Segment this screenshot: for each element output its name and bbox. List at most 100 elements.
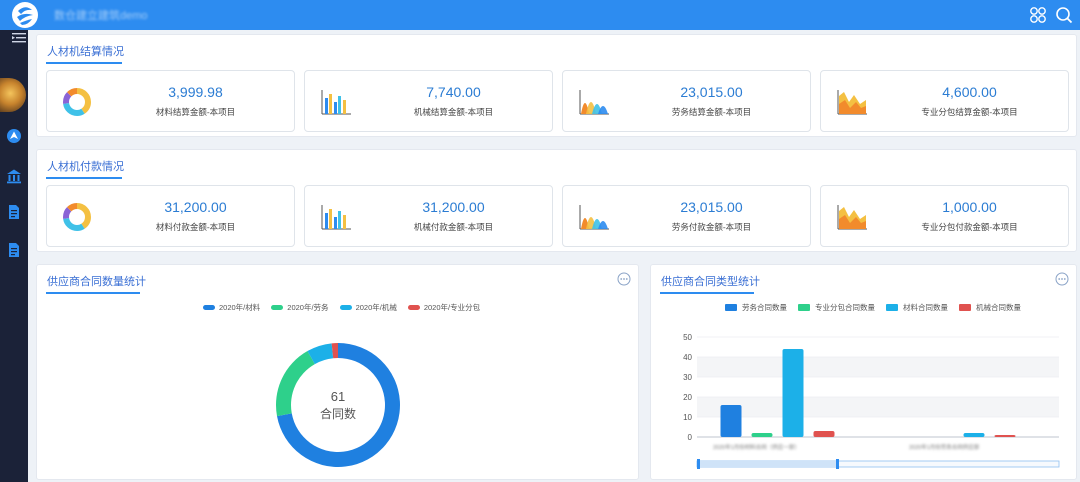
peak-chart-icon	[579, 90, 609, 115]
more-options-icon[interactable]	[617, 272, 631, 286]
legend-swatch	[407, 305, 420, 310]
donut-legend: 2020年/材料 2020年/劳务 2020年/机械 2020年/专业分包	[203, 302, 491, 313]
card-label: 机械结算金额-本项目	[413, 107, 494, 117]
grid-band	[697, 397, 1059, 417]
legend-label: 材料合同数量	[903, 303, 948, 312]
card-label: 机械付款金额-本项目	[413, 222, 494, 232]
grid-band	[697, 357, 1059, 377]
bar[interactable]	[994, 435, 1016, 437]
payment-card-subcontract[interactable]: 1,000.00 专业分包付款金额-本项目	[820, 185, 1069, 247]
legend-swatch	[339, 305, 352, 310]
document-icon[interactable]	[4, 202, 24, 222]
app-title: 数仓建立建筑demo	[54, 10, 148, 22]
collapse-menu-icon[interactable]	[12, 32, 26, 44]
card-label: 专业分包结算金额-本项目	[921, 107, 1018, 117]
card-value: 3,999.98	[168, 84, 223, 100]
payment-panel: 人材机付款情况 31,200.00 材料付款金额-本项目 31,200.00 机…	[36, 149, 1077, 252]
payment-card-machinery[interactable]: 31,200.00 机械付款金额-本项目	[304, 185, 553, 247]
legend-swatch	[725, 304, 737, 311]
area-chart-icon	[837, 90, 867, 115]
y-tick-label: 20	[683, 393, 692, 402]
legend-item[interactable]: 2020年/劳务	[271, 302, 329, 313]
donut-center-label: 合同数	[319, 407, 356, 421]
legend-item[interactable]: 机械合同数量	[959, 302, 1021, 313]
card-value: 23,015.00	[680, 199, 743, 215]
bar-chart: 0 10 20 30 40 50	[683, 333, 1060, 469]
legend-label: 劳务合同数量	[742, 303, 787, 312]
contract-type-title: 供应商合同类型统计	[661, 276, 760, 288]
donut-center-value: 61	[330, 389, 346, 404]
donut-chart-icon	[63, 88, 91, 116]
bar[interactable]	[782, 349, 804, 437]
contract-type-panel: 供应商合同类型统计 劳务合同数量 专业分包合同数量 材料合同数量 机械合同数量 0 10…	[650, 264, 1077, 480]
bar[interactable]	[720, 405, 742, 437]
card-label: 材料结算金额-本项目	[155, 107, 236, 117]
bank-icon[interactable]	[4, 166, 24, 186]
settlement-card-machinery[interactable]: 7,740.00 机械结算金额-本项目	[304, 70, 553, 132]
legend-swatch	[959, 304, 971, 311]
zoom-slider-range[interactable]	[697, 461, 838, 467]
legend-label: 2020年/机械	[355, 303, 397, 312]
report-icon[interactable]	[4, 240, 24, 260]
contract-count-title-underline	[46, 292, 140, 294]
legend-item[interactable]: 专业分包合同数量	[798, 302, 875, 313]
legend-item[interactable]: 2020年/机械	[339, 302, 397, 313]
legend-label: 专业分包合同数量	[815, 303, 875, 312]
legend-item[interactable]: 材料合同数量	[886, 302, 948, 313]
bar-group-label: 2020年1月份劳务合同供应部	[909, 445, 980, 451]
settlement-card-material[interactable]: 3,999.98 材料结算金额-本项目	[46, 70, 295, 132]
top-bar: 数仓建立建筑demo	[0, 0, 1080, 30]
legend-label: 机械合同数量	[976, 303, 1021, 312]
donut-chart-icon	[63, 203, 91, 231]
card-value: 23,015.00	[680, 84, 743, 100]
legend-label: 2020年/劳务	[287, 303, 329, 312]
card-value: 7,740.00	[426, 84, 481, 100]
bar[interactable]	[813, 431, 835, 437]
payment-card-labor[interactable]: 23,015.00 劳务付款金额-本项目	[562, 185, 811, 247]
contract-count-panel: 供应商合同数量统计 2020年/材料 2020年/劳务 2020年/机械 2020年/…	[36, 264, 639, 480]
card-value: 31,200.00	[164, 199, 227, 215]
sidebar	[0, 30, 28, 482]
card-label: 材料付款金额-本项目	[155, 222, 236, 232]
area-chart-icon	[837, 205, 867, 230]
avatar[interactable]	[0, 78, 26, 112]
y-tick-label: 0	[688, 433, 693, 442]
card-label: 劳务付款金额-本项目	[671, 222, 752, 232]
navigation-icon[interactable]	[4, 126, 24, 146]
legend-swatch	[886, 304, 898, 311]
bar[interactable]	[963, 433, 985, 437]
legend-item[interactable]: 2020年/材料	[203, 302, 260, 313]
search-icon[interactable]	[1054, 5, 1074, 25]
legend-label: 2020年/专业分包	[423, 303, 481, 312]
bar-group-label: 2020年1月份材料合同（供应一部）	[713, 445, 800, 451]
settlement-card-subcontract[interactable]: 4,600.00 专业分包结算金额-本项目	[820, 70, 1069, 132]
bar-chart-icon	[321, 90, 351, 115]
card-value: 1,000.00	[942, 199, 997, 215]
contract-count-title: 供应商合同数量统计	[47, 276, 146, 288]
bar-legend: 劳务合同数量 专业分包合同数量 材料合同数量 机械合同数量	[725, 302, 1032, 313]
peak-chart-icon	[579, 205, 609, 230]
legend-label: 2020年/材料	[219, 303, 261, 312]
settlement-title-underline	[46, 62, 122, 64]
zoom-slider-handle[interactable]	[836, 459, 839, 469]
payment-card-material[interactable]: 31,200.00 材料付款金额-本项目	[46, 185, 295, 247]
settlement-card-labor[interactable]: 23,015.00 劳务结算金额-本项目	[562, 70, 811, 132]
contract-type-title-underline	[660, 292, 754, 294]
bar[interactable]	[751, 433, 773, 437]
settlement-title: 人材机结算情况	[47, 46, 124, 58]
zoom-slider-handle[interactable]	[697, 459, 700, 469]
y-tick-label: 40	[683, 353, 692, 362]
legend-swatch	[271, 305, 284, 310]
more-options-icon[interactable]	[1055, 272, 1069, 286]
legend-item[interactable]: 劳务合同数量	[725, 302, 787, 313]
payment-title-underline	[46, 177, 122, 179]
card-label: 专业分包付款金额-本项目	[921, 222, 1018, 232]
payment-title: 人材机付款情况	[47, 161, 124, 173]
bar-chart-icon	[321, 205, 351, 230]
legend-swatch	[798, 304, 810, 311]
legend-item[interactable]: 2020年/专业分包	[407, 302, 481, 313]
card-value: 31,200.00	[422, 199, 485, 215]
y-tick-label: 50	[683, 333, 692, 342]
brand-logo-icon	[12, 2, 38, 28]
apps-grid-icon[interactable]	[1028, 5, 1048, 25]
